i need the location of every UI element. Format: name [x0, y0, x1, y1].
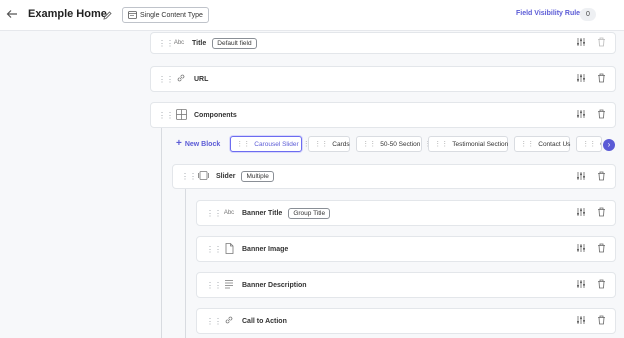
trash-icon[interactable] [597, 37, 606, 49]
settings-sliders-icon[interactable] [576, 243, 586, 255]
default-field-tag: Default field [212, 37, 257, 49]
block-chip-label: Co [600, 141, 601, 148]
new-block-button[interactable]: + New Block [172, 139, 224, 149]
drag-handle-icon[interactable]: ⋮⋮ [181, 173, 197, 181]
drag-handle-icon: ⋮⋮ [520, 141, 535, 148]
drag-handle-icon: ⋮⋮ [236, 141, 251, 148]
field-name: Components [194, 111, 237, 119]
tree-line [161, 128, 162, 338]
block-tabs-bar: + New Block ⋮⋮ Carousel Slider ⋮ ⋮⋮ Card… [172, 136, 603, 152]
settings-sliders-icon[interactable] [576, 207, 586, 219]
text-field-icon: Abc [223, 210, 235, 216]
field-row-components[interactable]: ⋮⋮ Components [150, 102, 616, 128]
text-lines-icon [222, 279, 236, 291]
trash-icon[interactable] [597, 243, 606, 255]
settings-sliders-icon[interactable] [576, 171, 586, 183]
trash-icon[interactable] [597, 109, 606, 121]
field-row-call-to-action[interactable]: ⋮⋮ Call to Action [196, 308, 616, 334]
trash-icon[interactable] [597, 171, 606, 183]
text-field-icon: Abc [173, 40, 185, 46]
drag-handle-icon[interactable]: ⋮⋮ [206, 209, 222, 217]
drag-handle-icon[interactable]: ⋮⋮ [206, 245, 222, 253]
field-name: URL [194, 75, 209, 83]
block-chip-label: Carousel Slider [254, 140, 299, 148]
field-visibility-rules-link[interactable]: Field Visibility Rules [516, 10, 584, 17]
drag-handle-icon: ⋮⋮ [582, 141, 597, 148]
drag-handle-icon[interactable]: ⋮⋮ [158, 75, 174, 83]
block-chip-carousel-slider[interactable]: ⋮⋮ Carousel Slider ⋮ [230, 136, 310, 152]
pencil-icon[interactable] [102, 8, 113, 26]
field-name: Banner Description [242, 281, 307, 289]
page-title: Example Home [28, 8, 107, 20]
trash-icon[interactable] [597, 73, 606, 85]
content-type-badge[interactable]: Single Content Type [122, 7, 209, 23]
field-name: Slider [216, 173, 236, 180]
settings-sliders-icon[interactable] [576, 37, 586, 49]
block-chip-testimonial-section[interactable]: ⋮⋮ Testimonial Section ⋮ [428, 136, 519, 152]
block-chip-label: 50-50 Section [380, 140, 421, 148]
trash-icon[interactable] [597, 315, 606, 327]
block-chip-label: Cards [332, 140, 350, 148]
content-type-icon [128, 11, 137, 19]
multiple-tag: Multiple [241, 171, 274, 182]
field-visibility-count-badge: 0 [580, 8, 596, 21]
left-panel [0, 31, 148, 338]
field-name: Call to Action [242, 317, 287, 325]
trash-icon[interactable] [597, 207, 606, 219]
drag-handle-icon[interactable]: ⋮⋮ [206, 281, 222, 289]
field-name: Banner Title [242, 209, 283, 217]
settings-sliders-icon[interactable] [576, 315, 586, 327]
file-icon [222, 242, 236, 256]
drag-handle-icon: ⋮⋮ [362, 141, 377, 148]
carousel-icon [196, 170, 210, 183]
drag-handle-icon[interactable]: ⋮⋮ [158, 39, 174, 47]
tree-line [185, 189, 186, 338]
block-chip-partial[interactable]: ⋮⋮ Co [576, 136, 603, 152]
field-name: Title [192, 39, 207, 47]
field-row-url[interactable]: ⋮⋮ URL [150, 66, 616, 92]
link-icon [222, 315, 236, 327]
field-row-slider[interactable]: ⋮⋮ Slider Multiple [172, 164, 616, 189]
field-row-banner-description[interactable]: ⋮⋮ Banner Description [196, 272, 616, 298]
field-name: Banner Image [242, 245, 289, 253]
grid-icon [174, 108, 188, 122]
settings-sliders-icon[interactable] [576, 279, 586, 291]
block-chip-label: Testimonial Section [452, 140, 509, 148]
block-chip-50-50-section[interactable]: ⋮⋮ 50-50 Section ⋮ [356, 136, 431, 152]
field-row-banner-image[interactable]: ⋮⋮ Banner Image [196, 236, 616, 262]
settings-sliders-icon[interactable] [576, 109, 586, 121]
trash-icon[interactable] [597, 279, 606, 291]
block-chip-contact-us[interactable]: ⋮⋮ Contact Us ⋮ [514, 136, 581, 152]
top-header: Example Home Single Content Type Field V… [0, 0, 624, 31]
link-icon [174, 73, 188, 85]
drag-handle-icon: ⋮⋮ [314, 141, 329, 148]
content-type-label: Single Content Type [140, 11, 203, 19]
field-row-banner-title[interactable]: ⋮⋮ Abc Banner Title Group Title [196, 200, 616, 226]
block-chip-cards[interactable]: ⋮⋮ Cards ⋮ [308, 136, 361, 152]
new-block-label: New Block [184, 140, 221, 148]
block-chip-label: Contact Us [538, 140, 571, 148]
plus-icon: + [176, 138, 182, 149]
drag-handle-icon: ⋮⋮ [434, 141, 449, 148]
back-arrow-icon[interactable] [6, 8, 20, 22]
group-title-tag: Group Title [288, 207, 331, 219]
drag-handle-icon[interactable]: ⋮⋮ [158, 111, 174, 119]
drag-handle-icon[interactable]: ⋮⋮ [206, 317, 222, 325]
scroll-right-icon[interactable]: › [603, 139, 615, 151]
settings-sliders-icon[interactable] [576, 73, 586, 85]
field-row-title[interactable]: ⋮⋮ Abc Title Default field [150, 32, 616, 54]
